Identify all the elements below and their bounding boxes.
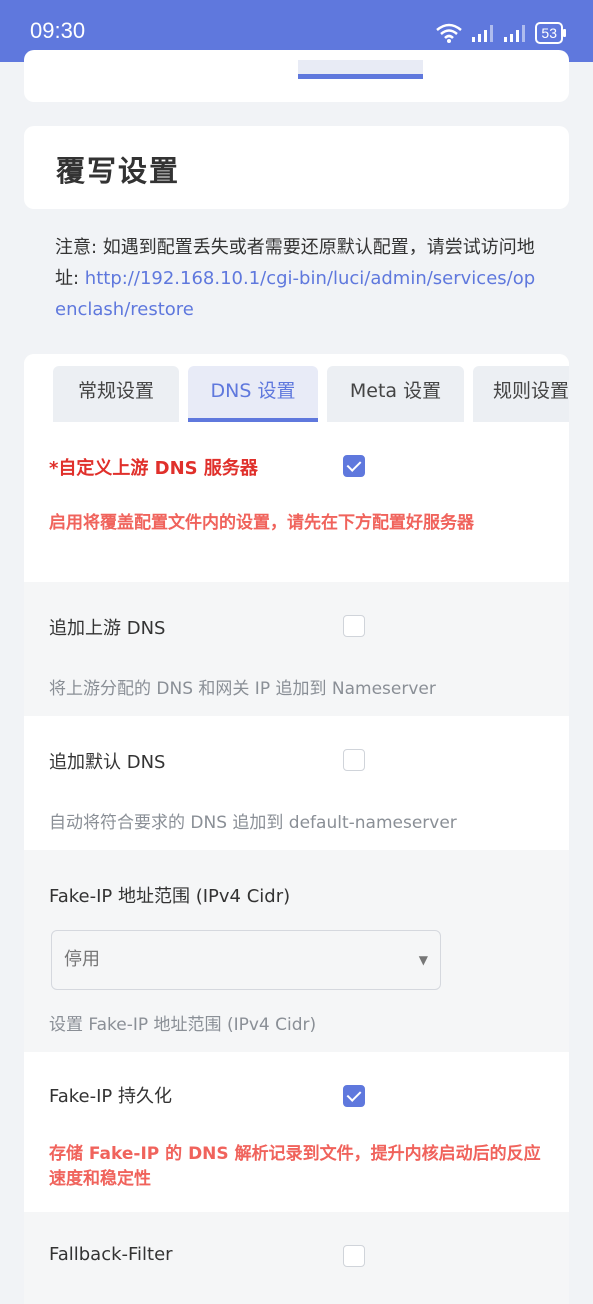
fakeip-range-desc: 设置 Fake-IP 地址范围 (IPv4 Cidr) <box>49 1015 317 1035</box>
append-default-checkbox[interactable] <box>343 749 365 771</box>
setting-fallback-filter: Fallback-Filter <box>24 1212 569 1304</box>
signal-icon <box>472 25 494 42</box>
tab-rules[interactable]: 规则设置 <box>473 366 569 422</box>
restore-link[interactable]: http://192.168.10.1/cgi-bin/luci/admin/s… <box>55 268 535 320</box>
battery-icon: 53 <box>535 22 566 44</box>
setting-append-default: 追加默认 DNS 自动将符合要求的 DNS 追加到 default-namese… <box>24 716 569 850</box>
fakeip-range-value: 停用 <box>64 949 100 970</box>
custom-dns-checkbox[interactable] <box>343 455 365 477</box>
fakeip-range-label: Fake-IP 地址范围 (IPv4 Cidr) <box>49 886 291 907</box>
fakeip-persist-label: Fake-IP 持久化 <box>49 1086 172 1107</box>
append-upstream-label: 追加上游 DNS <box>49 618 166 639</box>
settings-tabs: 常规设置 DNS 设置 Meta 设置 规则设置 <box>24 354 569 422</box>
fakeip-persist-desc: 存储 Fake-IP 的 DNS 解析记录到文件，提升内核启动后的反应速度和稳定… <box>49 1144 541 1189</box>
setting-fakeip-persist: Fake-IP 持久化 存储 Fake-IP 的 DNS 解析记录到文件，提升内… <box>24 1052 569 1212</box>
fallback-filter-checkbox[interactable] <box>343 1245 365 1267</box>
custom-dns-label: *自定义上游 DNS 服务器 <box>49 458 258 479</box>
custom-dns-desc: 启用将覆盖配置文件内的设置，请先在下方配置好服务器 <box>49 513 474 533</box>
settings-card: 常规设置 DNS 设置 Meta 设置 规则设置 *自定义上游 DNS 服务器 … <box>24 354 569 1304</box>
fallback-filter-label: Fallback-Filter <box>49 1244 173 1265</box>
setting-append-upstream: 追加上游 DNS 将上游分配的 DNS 和网关 IP 追加到 Nameserve… <box>24 582 569 716</box>
page-title-card: 覆写设置 <box>24 126 569 209</box>
restore-notice: 注意: 如遇到配置丢失或者需要还原默认配置，请尝试访问地址: http://19… <box>55 232 545 325</box>
chevron-down-icon: ▼ <box>418 953 428 967</box>
tab-meta[interactable]: Meta 设置 <box>327 366 464 422</box>
active-tab-indicator <box>298 74 423 79</box>
setting-custom-dns: *自定义上游 DNS 服务器 启用将覆盖配置文件内的设置，请先在下方配置好服务器 <box>24 422 569 582</box>
status-time: 09:30 <box>30 18 86 43</box>
fakeip-range-select[interactable]: 停用 ▼ <box>51 930 441 990</box>
wifi-icon <box>436 23 463 43</box>
fakeip-persist-checkbox[interactable] <box>343 1085 365 1107</box>
append-default-desc: 自动将符合要求的 DNS 追加到 default-nameserver <box>49 813 457 833</box>
tab-dns[interactable]: DNS 设置 <box>188 366 318 422</box>
top-card <box>24 50 569 102</box>
status-icons: 53 <box>435 20 566 46</box>
signal-icon-2 <box>504 25 526 42</box>
tab-indicator-bg <box>298 60 423 74</box>
append-default-label: 追加默认 DNS <box>49 752 166 773</box>
page-title: 覆写设置 <box>56 154 181 188</box>
tab-general[interactable]: 常规设置 <box>53 366 179 422</box>
setting-fakeip-range: Fake-IP 地址范围 (IPv4 Cidr) 停用 ▼ 设置 Fake-IP… <box>24 850 569 1052</box>
append-upstream-checkbox[interactable] <box>343 615 365 637</box>
append-upstream-desc: 将上游分配的 DNS 和网关 IP 追加到 Nameserver <box>49 679 436 699</box>
